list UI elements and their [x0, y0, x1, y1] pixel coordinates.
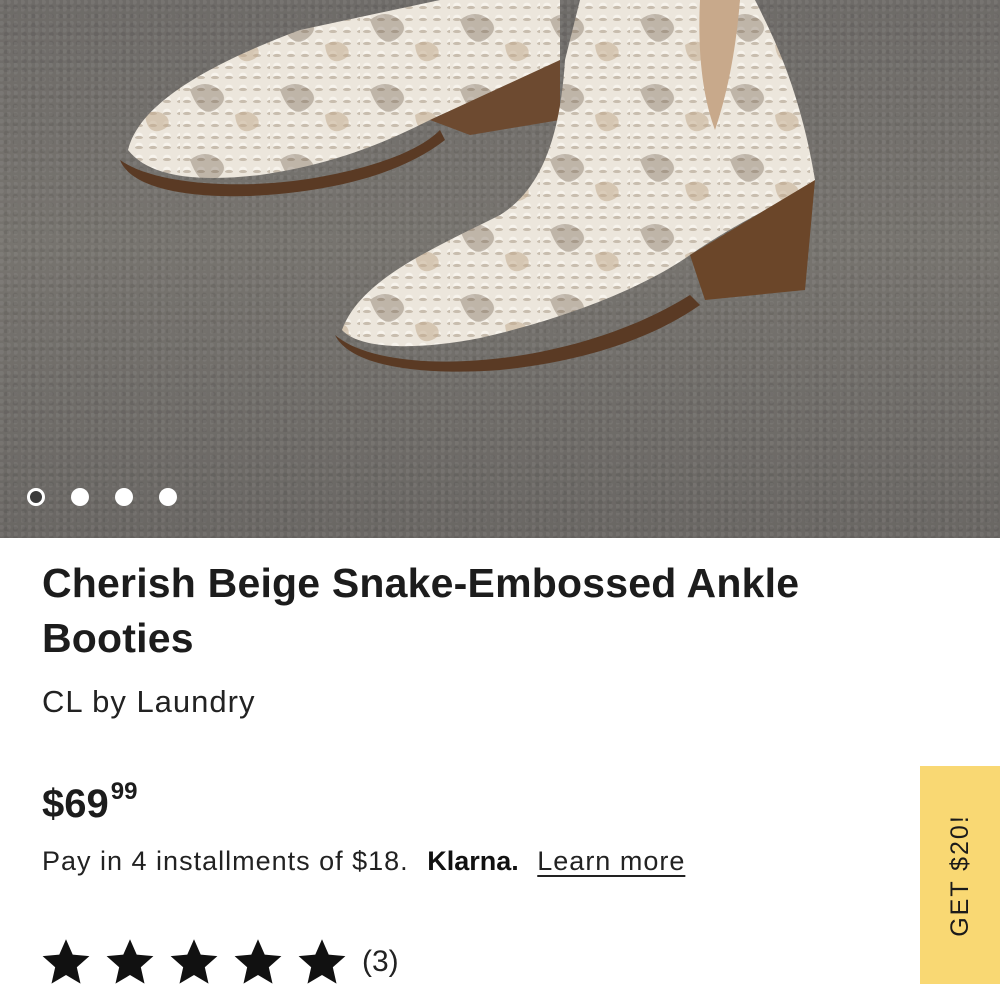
carousel-dot-4[interactable] [159, 488, 177, 506]
product-brand[interactable]: CL by Laundry [42, 684, 255, 720]
product-price: $6999 [42, 778, 137, 827]
klarna-logo: Klarna. [427, 846, 519, 876]
carousel-dot-2[interactable] [71, 488, 89, 506]
promo-label: GET $20! [945, 813, 974, 937]
learn-more-link[interactable]: Learn more [537, 846, 685, 876]
get-20-promo-tab[interactable]: GET $20! [920, 766, 1000, 984]
star-icon [234, 939, 282, 984]
carousel-dot-3[interactable] [115, 488, 133, 506]
star-icon [170, 939, 218, 984]
product-image[interactable] [0, 0, 1000, 538]
boots-photo [120, 0, 815, 372]
image-carousel-dots [27, 488, 177, 506]
klarna-text: Pay in 4 installments of $18. [42, 846, 409, 876]
star-icon [106, 939, 154, 984]
klarna-installments: Pay in 4 installments of $18. Klarna. Le… [42, 846, 685, 877]
star-icon [42, 939, 90, 984]
carousel-dot-1[interactable] [27, 488, 45, 506]
price-dollars: $69 [42, 782, 109, 826]
product-title: Cherish Beige Snake-Embossed Ankle Booti… [42, 560, 800, 661]
review-count[interactable]: (3) [362, 945, 399, 979]
star-icon [298, 939, 346, 984]
price-cents: 99 [110, 778, 138, 805]
product-rating[interactable]: (3) [40, 936, 399, 988]
